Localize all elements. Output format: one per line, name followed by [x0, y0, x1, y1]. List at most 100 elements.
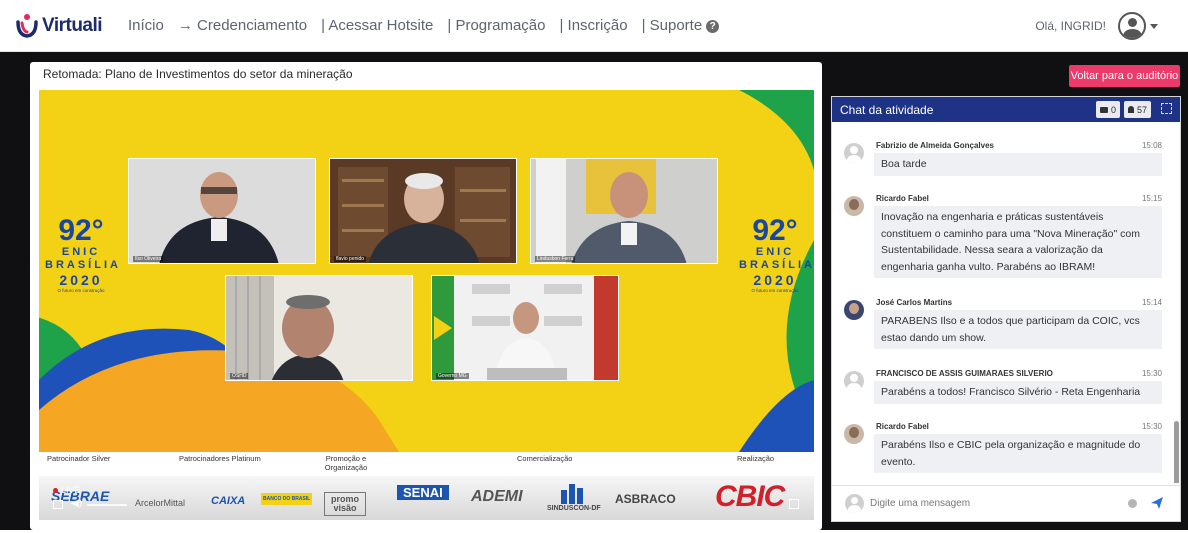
- chat-input-bar: [832, 485, 1180, 521]
- virtuali-logo-icon: [16, 13, 38, 38]
- message-icon: [1100, 106, 1108, 113]
- participant-name-3: Lindusbon Ferra: [535, 256, 576, 262]
- help-icon: ?: [706, 20, 720, 33]
- message-time: 15:30: [1141, 422, 1162, 431]
- user-avatar: [844, 196, 864, 216]
- participant-tile-3: Lindusbon Ferra: [530, 158, 718, 264]
- chat-message-input[interactable]: [870, 492, 1120, 514]
- enic-city: BRASÍLIA: [739, 259, 814, 271]
- chat-message: FRANCISCO DE ASSIS GUIMARAES SILVERIO 15…: [832, 367, 1172, 411]
- user-avatar-icon: [844, 143, 864, 163]
- nav-credenciamento[interactable]: → Credenciamento: [178, 17, 307, 34]
- message-text: Parabéns Ilso e CBIC pela organização e …: [874, 434, 1162, 473]
- message-count-badge[interactable]: 0: [1096, 101, 1121, 118]
- participant-tile-4: OSHD: [225, 275, 413, 381]
- chat-message: Ricardo Fabel 15:15 Inovação na engenhar…: [832, 192, 1172, 287]
- participant-count-badge[interactable]: 57: [1124, 101, 1152, 118]
- chat-title: Chat da atividade: [840, 102, 934, 117]
- sponsor-logo-ademi: ADEMI: [471, 488, 523, 505]
- enic-number: 92°: [58, 214, 104, 247]
- sponsor-logo-caixa: CAIXA: [211, 495, 246, 507]
- fullscreen-icon[interactable]: [789, 499, 799, 509]
- live-indicator: LIVE: [53, 485, 81, 495]
- activity-chat-panel: Chat da atividade 0 57 Fabrizio de Almei…: [831, 96, 1181, 522]
- participant-name-4: OSHD: [230, 373, 249, 379]
- back-to-auditorium-button[interactable]: Voltar para o auditório: [1069, 65, 1180, 87]
- send-icon[interactable]: [1150, 496, 1164, 510]
- message-text: Boa tarde: [874, 153, 1162, 176]
- enic-name: ENIC: [61, 246, 101, 258]
- session-title: Retomada: Plano de Investimentos do seto…: [43, 67, 353, 81]
- chat-message: José Carlos Martins 15:14 PARABENS Ilso …: [832, 296, 1172, 356]
- nav-inicio[interactable]: Início: [128, 17, 164, 34]
- message-author: Ricardo Fabel: [876, 422, 929, 431]
- nav-suporte-label: | Suporte: [641, 17, 703, 34]
- play-pause-icon[interactable]: [53, 500, 63, 509]
- sponsor-logo-arcelormittal: ArcelorMittal: [135, 498, 186, 508]
- expand-icon[interactable]: [1161, 103, 1172, 114]
- participant-tile-5: Governo MG: [431, 275, 619, 381]
- live-dot-icon: [53, 488, 58, 493]
- sponsor-logo-banco-brasil: BANCO DO BRASIL: [261, 493, 313, 505]
- user-greeting: Olá, INGRID!: [1035, 19, 1106, 33]
- user-avatar-icon: [1118, 12, 1146, 40]
- brand-logo[interactable]: Virtuali: [16, 13, 116, 39]
- user-avatar: [844, 300, 864, 320]
- live-label: LIVE: [61, 485, 81, 495]
- message-count: 0: [1111, 104, 1117, 115]
- user-menu[interactable]: Olá, INGRID!: [1035, 12, 1158, 40]
- enic-logo-right: 92° ENIC BRASÍLIA 2020 O futuro em const…: [739, 214, 814, 294]
- message-time: 15:30: [1141, 369, 1162, 378]
- sponsor-label-silver: Patrocinador Silver: [47, 454, 111, 463]
- volume-icon[interactable]: ◀): [71, 498, 82, 509]
- sponsor-logo-sinduscon: SINDUSCON-DF: [547, 505, 601, 512]
- enic-year: 2020: [753, 272, 797, 288]
- nav-inscricao[interactable]: | Inscrição: [559, 17, 627, 34]
- sponsor-logo-cbic: CBIC: [715, 480, 785, 513]
- message-time: 15:15: [1141, 194, 1162, 203]
- message-text: PARABENS Ilso e a todos que participam d…: [874, 310, 1162, 349]
- chat-message-list[interactable]: Fabrizio de Almeida Gonçalves 15:08 Boa …: [832, 123, 1180, 483]
- participant-video-1: [129, 159, 315, 263]
- participant-tile-1: Ilso Oliveira: [128, 158, 316, 264]
- user-avatar: [844, 424, 864, 444]
- sponsor-label-commercial: Comercialização: [517, 454, 573, 463]
- participant-video-2: [330, 159, 516, 263]
- video-progress-bar[interactable]: [87, 504, 127, 506]
- chevron-down-icon: [1150, 23, 1158, 29]
- chat-message: Fabrizio de Almeida Gonçalves 15:08 Boa …: [832, 139, 1172, 183]
- nav-programacao[interactable]: | Programação: [447, 17, 545, 34]
- video-player[interactable]: Ilso Oliveira flavio penido Lindusbon Fe…: [39, 90, 814, 520]
- sinduscon-building-icon: [561, 484, 583, 504]
- chat-header: Chat da atividade 0 57: [832, 97, 1180, 122]
- participant-name-2: flavio penido: [334, 256, 367, 262]
- sponsor-logo-senai: SENAI: [397, 485, 449, 500]
- sponsors-strip: Patrocinador Silver Patrocinadores Plati…: [39, 452, 814, 520]
- participant-video-5: [432, 276, 618, 380]
- message-time: 15:08: [1141, 141, 1162, 150]
- nav-suporte[interactable]: | Suporte?: [642, 17, 720, 34]
- main-nav: Início → Credenciamento | Acessar Hotsit…: [128, 17, 733, 34]
- participant-video-3: [531, 159, 717, 263]
- chat-message: Ricardo Fabel 15:30 Parabéns Ilso e CBIC…: [832, 420, 1172, 480]
- message-text: Parabéns a todos! Francisco Silvério - R…: [874, 381, 1162, 404]
- top-navbar: Virtuali Início → Credenciamento | Acess…: [0, 0, 1188, 52]
- enic-tagline: O futuro em construção: [57, 288, 105, 293]
- participant-tile-2: flavio penido: [329, 158, 517, 264]
- user-avatar-icon: [844, 371, 864, 391]
- sponsor-logo-asbraco: ASBRACO: [615, 492, 676, 506]
- chat-scrollbar[interactable]: [1174, 421, 1179, 483]
- user-icon: [1128, 106, 1134, 113]
- message-text: Inovação na engenharia e práticas susten…: [874, 206, 1162, 278]
- enic-logo-left: 92° ENIC BRASÍLIA 2020 O futuro em const…: [45, 214, 121, 294]
- message-author: FRANCISCO DE ASSIS GUIMARAES SILVERIO: [876, 369, 1053, 378]
- enic-year: 2020: [59, 272, 103, 288]
- emoji-icon[interactable]: [1128, 499, 1137, 508]
- enic-tagline: O futuro em construção: [751, 288, 799, 293]
- enic-number: 92°: [752, 214, 798, 247]
- nav-acessar-hotsite[interactable]: | Acessar Hotsite: [321, 17, 433, 34]
- enic-name: ENIC: [755, 246, 795, 258]
- participant-name-5: Governo MG: [436, 373, 469, 379]
- enic-city: BRASÍLIA: [45, 259, 121, 271]
- sponsor-label-promotion: Promoção e Organização: [324, 454, 368, 472]
